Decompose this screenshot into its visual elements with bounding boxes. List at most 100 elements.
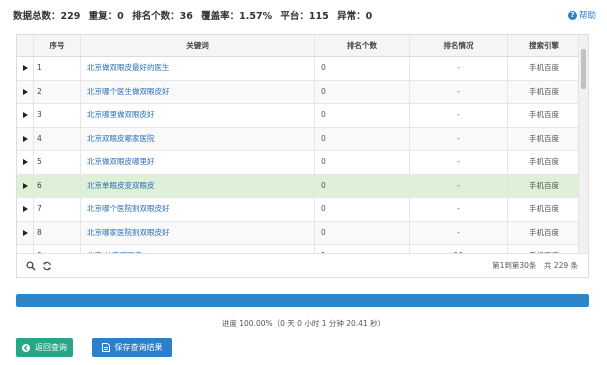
caret-right-icon: [22, 112, 28, 119]
column-header-rank-count[interactable]: 排名个数: [315, 35, 410, 56]
progress-bar: [16, 294, 589, 307]
row-expand-arrow[interactable]: [17, 57, 34, 80]
table-row[interactable]: 3 北京哪里做双眼皮好 0- 手机百度: [17, 104, 580, 128]
stat-error: 异常：0: [337, 11, 373, 22]
row-keyword[interactable]: 北京哪家医院割双眼皮好: [81, 221, 315, 244]
save-results-button[interactable]: 保存查询结果: [92, 338, 172, 357]
row-index: 2: [34, 80, 81, 103]
row-rank-status: -: [410, 104, 508, 127]
row-index: 5: [34, 151, 81, 174]
table-row[interactable]: 1 北京做双眼皮最好的医生 0- 手机百度: [17, 57, 580, 81]
row-rank-status: -: [410, 57, 508, 80]
table-row[interactable]: 2 北京哪个医生做双眼皮好 0- 手机百度: [17, 80, 580, 104]
row-expand-arrow[interactable]: [17, 80, 34, 103]
grid-body: 1 北京做双眼皮最好的医生 0- 手机百度 2 北京哪个医生做双眼皮好 0- 手机百度 3 北京哪…: [17, 57, 580, 253]
row-keyword[interactable]: 北京做双眼皮哪里好: [81, 151, 315, 174]
row-search-engine: 手机百度: [529, 227, 559, 237]
column-header-search-engine[interactable]: 搜索引擎: [508, 35, 580, 56]
row-expand-arrow[interactable]: [17, 198, 34, 221]
row-expand-arrow[interactable]: [17, 127, 34, 150]
row-expand-arrow[interactable]: [17, 245, 34, 253]
help-label: 帮助: [578, 11, 596, 21]
row-search-engine: 手机百度: [529, 204, 559, 213]
stat-total: 数据总数：229: [13, 11, 81, 22]
row-rank-status: -: [410, 174, 508, 197]
row-search-engine: 手机百度: [529, 63, 559, 72]
row-keyword[interactable]: 北京做双眼皮最好的医生: [81, 57, 315, 80]
row-keyword[interactable]: 北京单眼皮变双眼皮: [81, 174, 315, 197]
row-expand-arrow[interactable]: [17, 221, 34, 244]
row-index: 6: [34, 174, 81, 197]
column-header-rank-status[interactable]: 排名情况: [410, 35, 508, 56]
row-rank-status: -: [410, 151, 508, 174]
caret-right-icon: [22, 182, 28, 189]
column-header-index[interactable]: 序号: [34, 35, 81, 56]
progress-text: 进度 100.00%（0 天 0 小时 1 分钟 20.41 秒）: [221, 319, 386, 328]
table-row[interactable]: 8 北京哪家医院割双眼皮好 0- 手机百度: [17, 221, 580, 245]
table-row[interactable]: 6 北京单眼皮变双眼皮 0- 手机百度: [17, 174, 580, 198]
search-button[interactable]: [25, 260, 37, 272]
row-search-engine: 手机百度: [529, 133, 559, 143]
back-to-query-label: 返回查询: [35, 343, 67, 352]
results-grid: 序号 关键词 排名个数 排名情况 搜索引擎 1 北京做双眼皮最好的医生 0- 手机百度…: [16, 34, 589, 278]
row-rank-count: 0: [315, 104, 410, 127]
row-keyword[interactable]: 北京哪里做双眼皮好: [81, 104, 315, 127]
row-index: 7: [34, 198, 81, 221]
document-icon: [101, 343, 110, 352]
row-index: 9: [34, 245, 81, 253]
vertical-scrollbar[interactable]: [578, 35, 588, 253]
row-search-engine: 手机百度: [508, 245, 580, 253]
grid-footer: 第1到第30条 共 229 条: [17, 253, 588, 277]
row-rank-status: 10: [410, 245, 508, 253]
row-keyword[interactable]: 北京哪个医生做双眼皮好: [81, 80, 315, 103]
row-rank-status: -: [410, 221, 508, 244]
row-keyword[interactable]: 北京双眼皮哪家医院: [81, 127, 315, 150]
table-row[interactable]: 4 北京双眼皮哪家医院 0- 手机百度: [17, 127, 580, 151]
refresh-button[interactable]: [41, 260, 53, 272]
row-rank-count: 1: [315, 245, 410, 253]
row-keyword[interactable]: 北京哪个医院割双眼皮好: [81, 198, 315, 221]
caret-right-icon: [22, 206, 28, 213]
row-expand-arrow[interactable]: [17, 151, 34, 174]
grid-header: 序号 关键词 排名个数 排名情况 搜索引擎: [17, 35, 580, 57]
row-rank-count: 0: [315, 174, 410, 197]
scrollbar-thumb[interactable]: [581, 49, 586, 89]
row-rank-count: 0: [315, 57, 410, 80]
row-rank-status: -: [410, 127, 508, 150]
column-header-keyword[interactable]: 关键词: [81, 35, 315, 56]
row-index: 8: [34, 221, 81, 244]
row-search-engine: 手机百度: [529, 86, 559, 96]
save-results-label: 保存查询结果: [114, 343, 163, 352]
table-row[interactable]: 5 北京做双眼皮哪里好 0- 手机百度: [17, 151, 580, 175]
caret-right-icon: [22, 229, 28, 236]
row-rank-status: -: [410, 80, 508, 103]
row-rank-count: 0: [315, 151, 410, 174]
help-link[interactable]: ? 帮助: [567, 9, 596, 21]
row-keyword[interactable]: 北京 仿真双眼皮: [81, 245, 315, 253]
stat-repeat: 重复：0: [88, 11, 124, 22]
back-to-query-button[interactable]: 返回查询: [16, 338, 73, 357]
row-rank-count: 0: [315, 198, 410, 221]
row-index: 3: [34, 104, 81, 127]
refresh-icon: [43, 261, 51, 271]
table-row[interactable]: 7 北京哪个医院割双眼皮好 0- 手机百度: [17, 198, 580, 222]
search-icon: [26, 261, 36, 271]
row-search-engine: 手机百度: [529, 180, 559, 190]
row-rank-status: -: [410, 198, 508, 221]
pagination-info: 第1到第30条 共 229 条: [492, 261, 578, 270]
progress-bar-fill: [16, 294, 589, 307]
row-expand-arrow[interactable]: [17, 174, 34, 197]
table-row[interactable]: 9北京 仿真双眼皮110手机百度: [17, 245, 580, 253]
row-search-engine: 手机百度: [529, 157, 559, 166]
arrow-left-icon: [22, 343, 30, 352]
caret-right-icon: [22, 135, 28, 142]
stat-ranked: 排名个数：36: [132, 11, 193, 22]
row-expand-arrow[interactable]: [17, 104, 34, 127]
caret-right-icon: [22, 88, 28, 95]
row-rank-count: 0: [315, 127, 410, 150]
stat-coverage: 覆盖率：1.57%: [201, 11, 273, 22]
caret-right-icon: [22, 159, 28, 166]
row-index: 4: [34, 127, 81, 150]
stat-platform: 平台：115: [280, 11, 329, 22]
stats-bar: 数据总数：229 重复：0 排名个数：36 覆盖率：1.57% 平台：115 异…: [13, 8, 377, 22]
